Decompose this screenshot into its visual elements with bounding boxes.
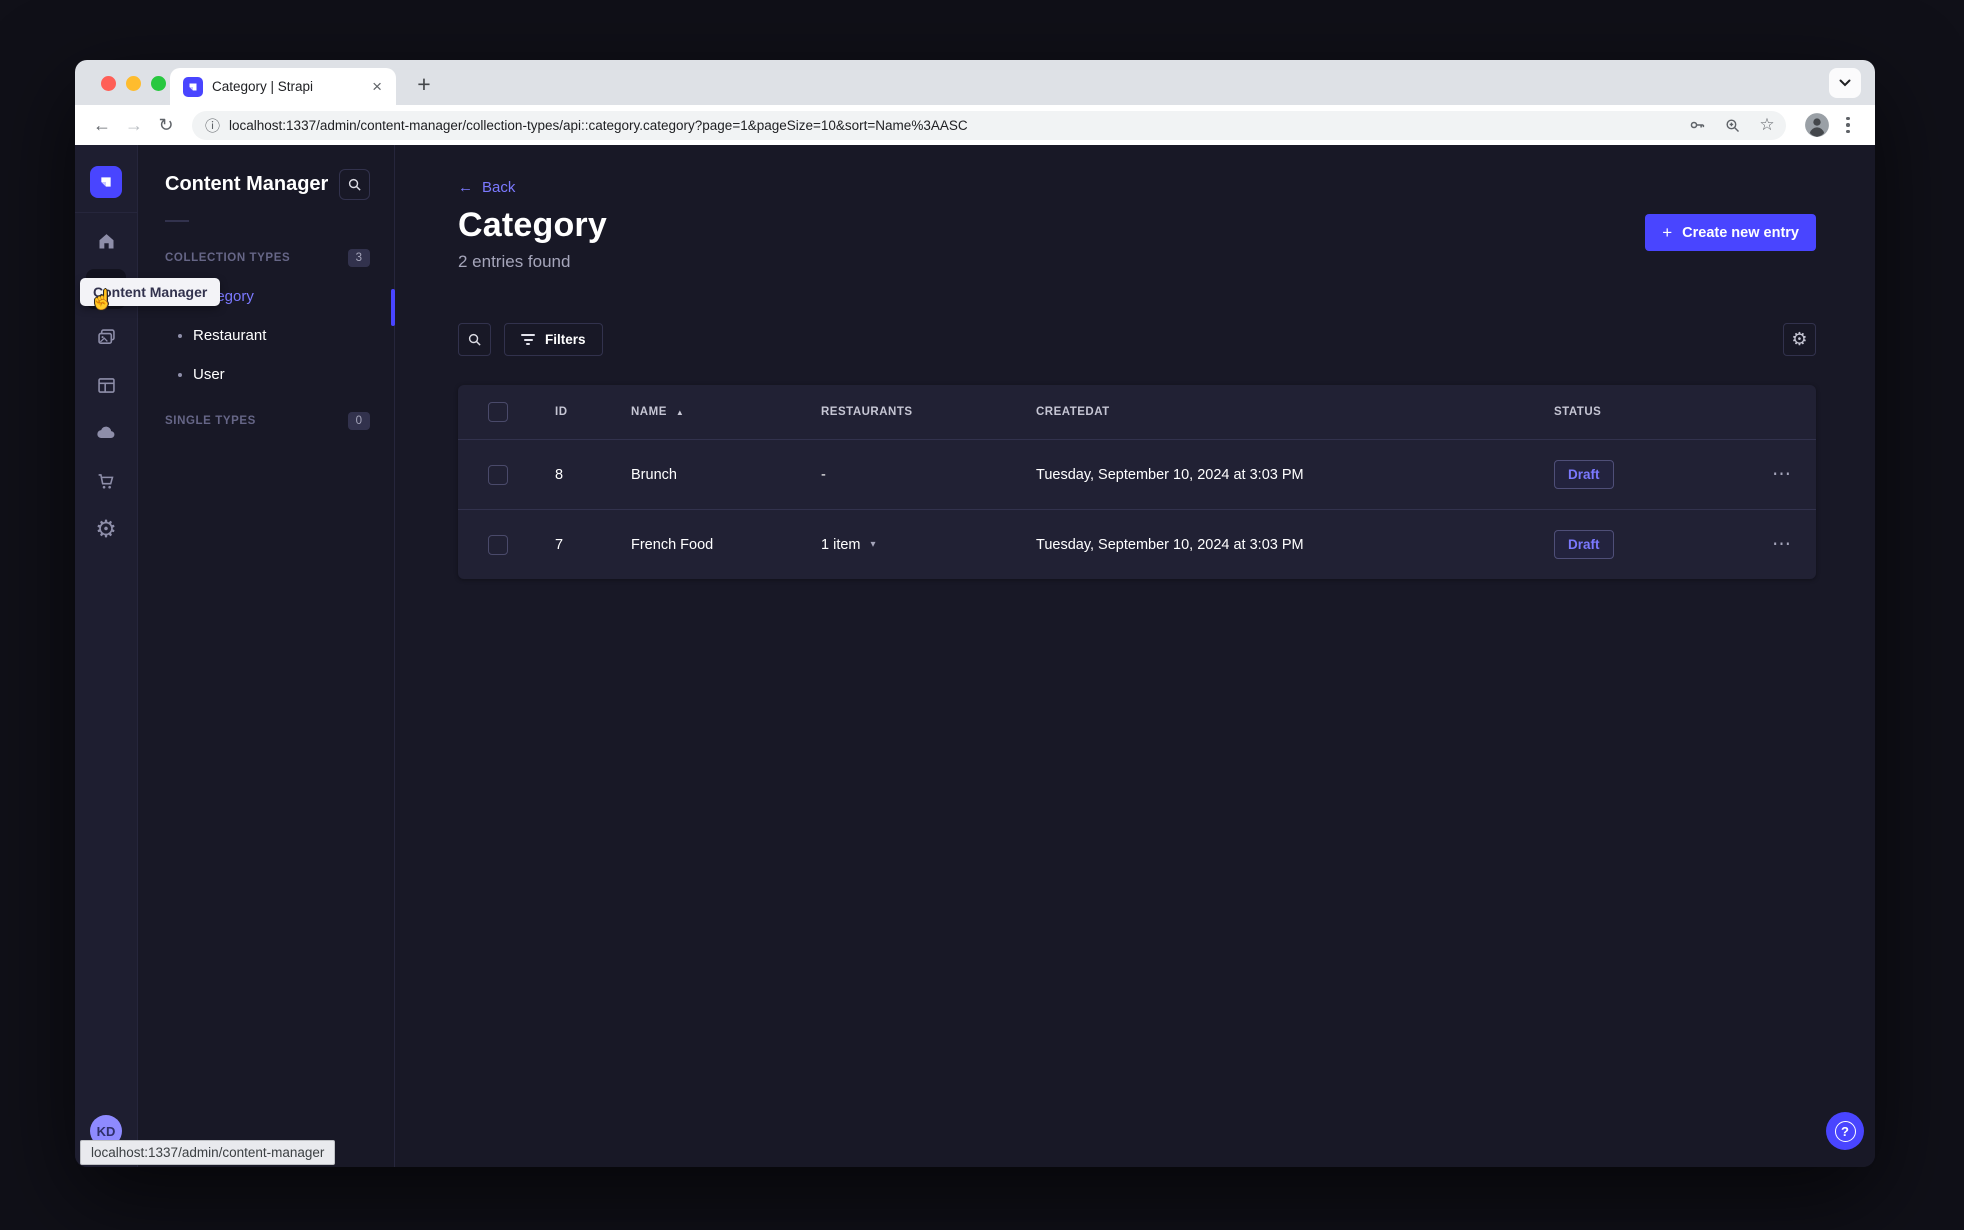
strapi-favicon-icon (183, 76, 203, 97)
column-header-name[interactable]: NAME ▲ (631, 406, 821, 418)
url-text[interactable]: localhost:1337/admin/content-manager/col… (229, 118, 1675, 133)
page-title: Category (458, 206, 607, 244)
chevron-down-icon: ▾ (870, 539, 876, 550)
filter-icon (521, 334, 535, 345)
subnav-item-restaurant[interactable]: Restaurant (165, 316, 370, 355)
browser-tabstrip: Category | Strapi × + (75, 60, 1875, 105)
view-settings-button[interactable]: ⚙ (1783, 323, 1816, 356)
strapi-admin: ⚙ KD Content Manager COLLECTION TYPES 3 … (75, 145, 1875, 1167)
column-header-createdat[interactable]: CREATEDAT (1036, 406, 1554, 418)
new-tab-button[interactable]: + (410, 70, 438, 98)
collection-types-count-badge: 3 (347, 249, 370, 267)
filters-button[interactable]: Filters (504, 323, 603, 356)
back-link[interactable]: ← Back (458, 179, 515, 196)
row-checkbox[interactable] (488, 534, 508, 555)
marketplace-cart-icon[interactable] (86, 461, 126, 501)
search-button[interactable] (458, 323, 491, 356)
tab-title: Category | Strapi (212, 79, 314, 94)
single-types-label: SINGLE TYPES (165, 415, 256, 427)
sort-asc-icon: ▲ (675, 407, 685, 417)
zoom-window-button[interactable] (151, 76, 166, 91)
browser-forward-icon[interactable]: → (120, 111, 148, 139)
cell-name: French Food (631, 536, 714, 553)
entries-table: ID NAME ▲ RESTAURANTS CREATEDAT STATUS 8 … (458, 385, 1816, 579)
browser-tab-active[interactable]: Category | Strapi × (170, 68, 396, 105)
home-icon[interactable] (86, 221, 126, 261)
deploy-cloud-icon[interactable] (86, 413, 126, 453)
content-type-builder-icon[interactable] (86, 365, 126, 405)
bookmark-star-icon[interactable]: ☆ (1754, 112, 1780, 138)
plus-icon: + (1662, 222, 1673, 242)
nav-divider (75, 212, 137, 213)
close-tab-icon[interactable]: × (368, 76, 386, 97)
subnav-item-user[interactable]: User (165, 355, 370, 394)
create-new-entry-button[interactable]: + Create new entry (1645, 214, 1816, 251)
browser-toolbar: ← → ↻ ⓘ localhost:1337/admin/content-man… (75, 105, 1875, 145)
browser-back-icon[interactable]: ← (88, 111, 116, 139)
subnav-divider (165, 220, 189, 222)
strapi-logo-icon[interactable] (90, 166, 122, 198)
back-label: Back (482, 179, 516, 196)
bullet-icon (178, 333, 182, 338)
list-toolbar: Filters ⚙ (458, 323, 1816, 356)
browser-reload-icon[interactable]: ↻ (152, 111, 180, 139)
address-bar[interactable]: ⓘ localhost:1337/admin/content-manager/c… (192, 110, 1786, 140)
link-status-bar: localhost:1337/admin/content-manager (80, 1140, 336, 1165)
entries-count: 2 entries found (458, 252, 571, 271)
question-mark-icon: ? (1834, 1120, 1856, 1142)
browser-window: Category | Strapi × + ← → ↻ ⓘ localhost:… (75, 60, 1875, 1167)
settings-gear-icon[interactable]: ⚙ (86, 509, 126, 549)
main-content: ← Back Category 2 entries found + Create… (395, 145, 1875, 1167)
cell-createdat: Tuesday, September 10, 2024 at 3:03 PM (1036, 536, 1304, 553)
single-types-count-badge: 0 (347, 412, 370, 430)
cell-restaurants[interactable]: 1 item ▾ (821, 537, 1036, 553)
close-window-button[interactable] (101, 76, 116, 91)
row-actions-menu[interactable]: ⋯ (1748, 533, 1816, 556)
back-arrow-icon: ← (458, 179, 473, 196)
browser-profile-avatar[interactable] (1804, 112, 1830, 138)
column-header-status[interactable]: STATUS (1554, 406, 1748, 418)
subnav-item-label: User (193, 366, 225, 383)
subnav-item-label: Restaurant (193, 327, 267, 344)
bullet-icon (178, 372, 182, 377)
row-checkbox[interactable] (488, 464, 508, 485)
gear-icon: ⚙ (1791, 329, 1808, 349)
cell-createdat: Tuesday, September 10, 2024 at 3:03 PM (1036, 466, 1304, 483)
subnav-search-button[interactable] (339, 169, 370, 200)
select-all-checkbox[interactable] (488, 402, 508, 422)
cell-restaurants: - (821, 466, 826, 483)
password-key-icon[interactable] (1684, 112, 1710, 138)
subnav-title: Content Manager (165, 173, 329, 195)
media-library-icon[interactable] (86, 317, 126, 357)
browser-menu-icon[interactable] (1834, 116, 1862, 134)
help-button[interactable]: ? (1826, 1112, 1864, 1150)
column-header-restaurants[interactable]: RESTAURANTS (821, 406, 1036, 418)
row-actions-menu[interactable]: ⋯ (1748, 463, 1816, 486)
status-badge: Draft (1554, 460, 1614, 489)
minimize-window-button[interactable] (126, 76, 141, 91)
zoom-lens-icon[interactable] (1719, 112, 1745, 138)
table-row[interactable]: 7 French Food 1 item ▾ Tuesday, Septembe… (458, 509, 1816, 579)
table-row[interactable]: 8 Brunch - Tuesday, September 10, 2024 a… (458, 439, 1816, 509)
table-header-row: ID NAME ▲ RESTAURANTS CREATEDAT STATUS (458, 385, 1816, 439)
window-controls (101, 76, 166, 91)
column-header-id[interactable]: ID (555, 406, 631, 418)
site-info-icon[interactable]: ⓘ (205, 115, 220, 136)
tab-search-chevron-icon[interactable] (1829, 68, 1861, 98)
cell-name: Brunch (631, 466, 677, 483)
cell-id: 7 (555, 536, 564, 553)
cursor-hand-icon: ☝ (90, 290, 114, 311)
status-badge: Draft (1554, 530, 1614, 559)
cell-id: 8 (555, 466, 564, 483)
collection-types-label: COLLECTION TYPES (165, 252, 291, 264)
